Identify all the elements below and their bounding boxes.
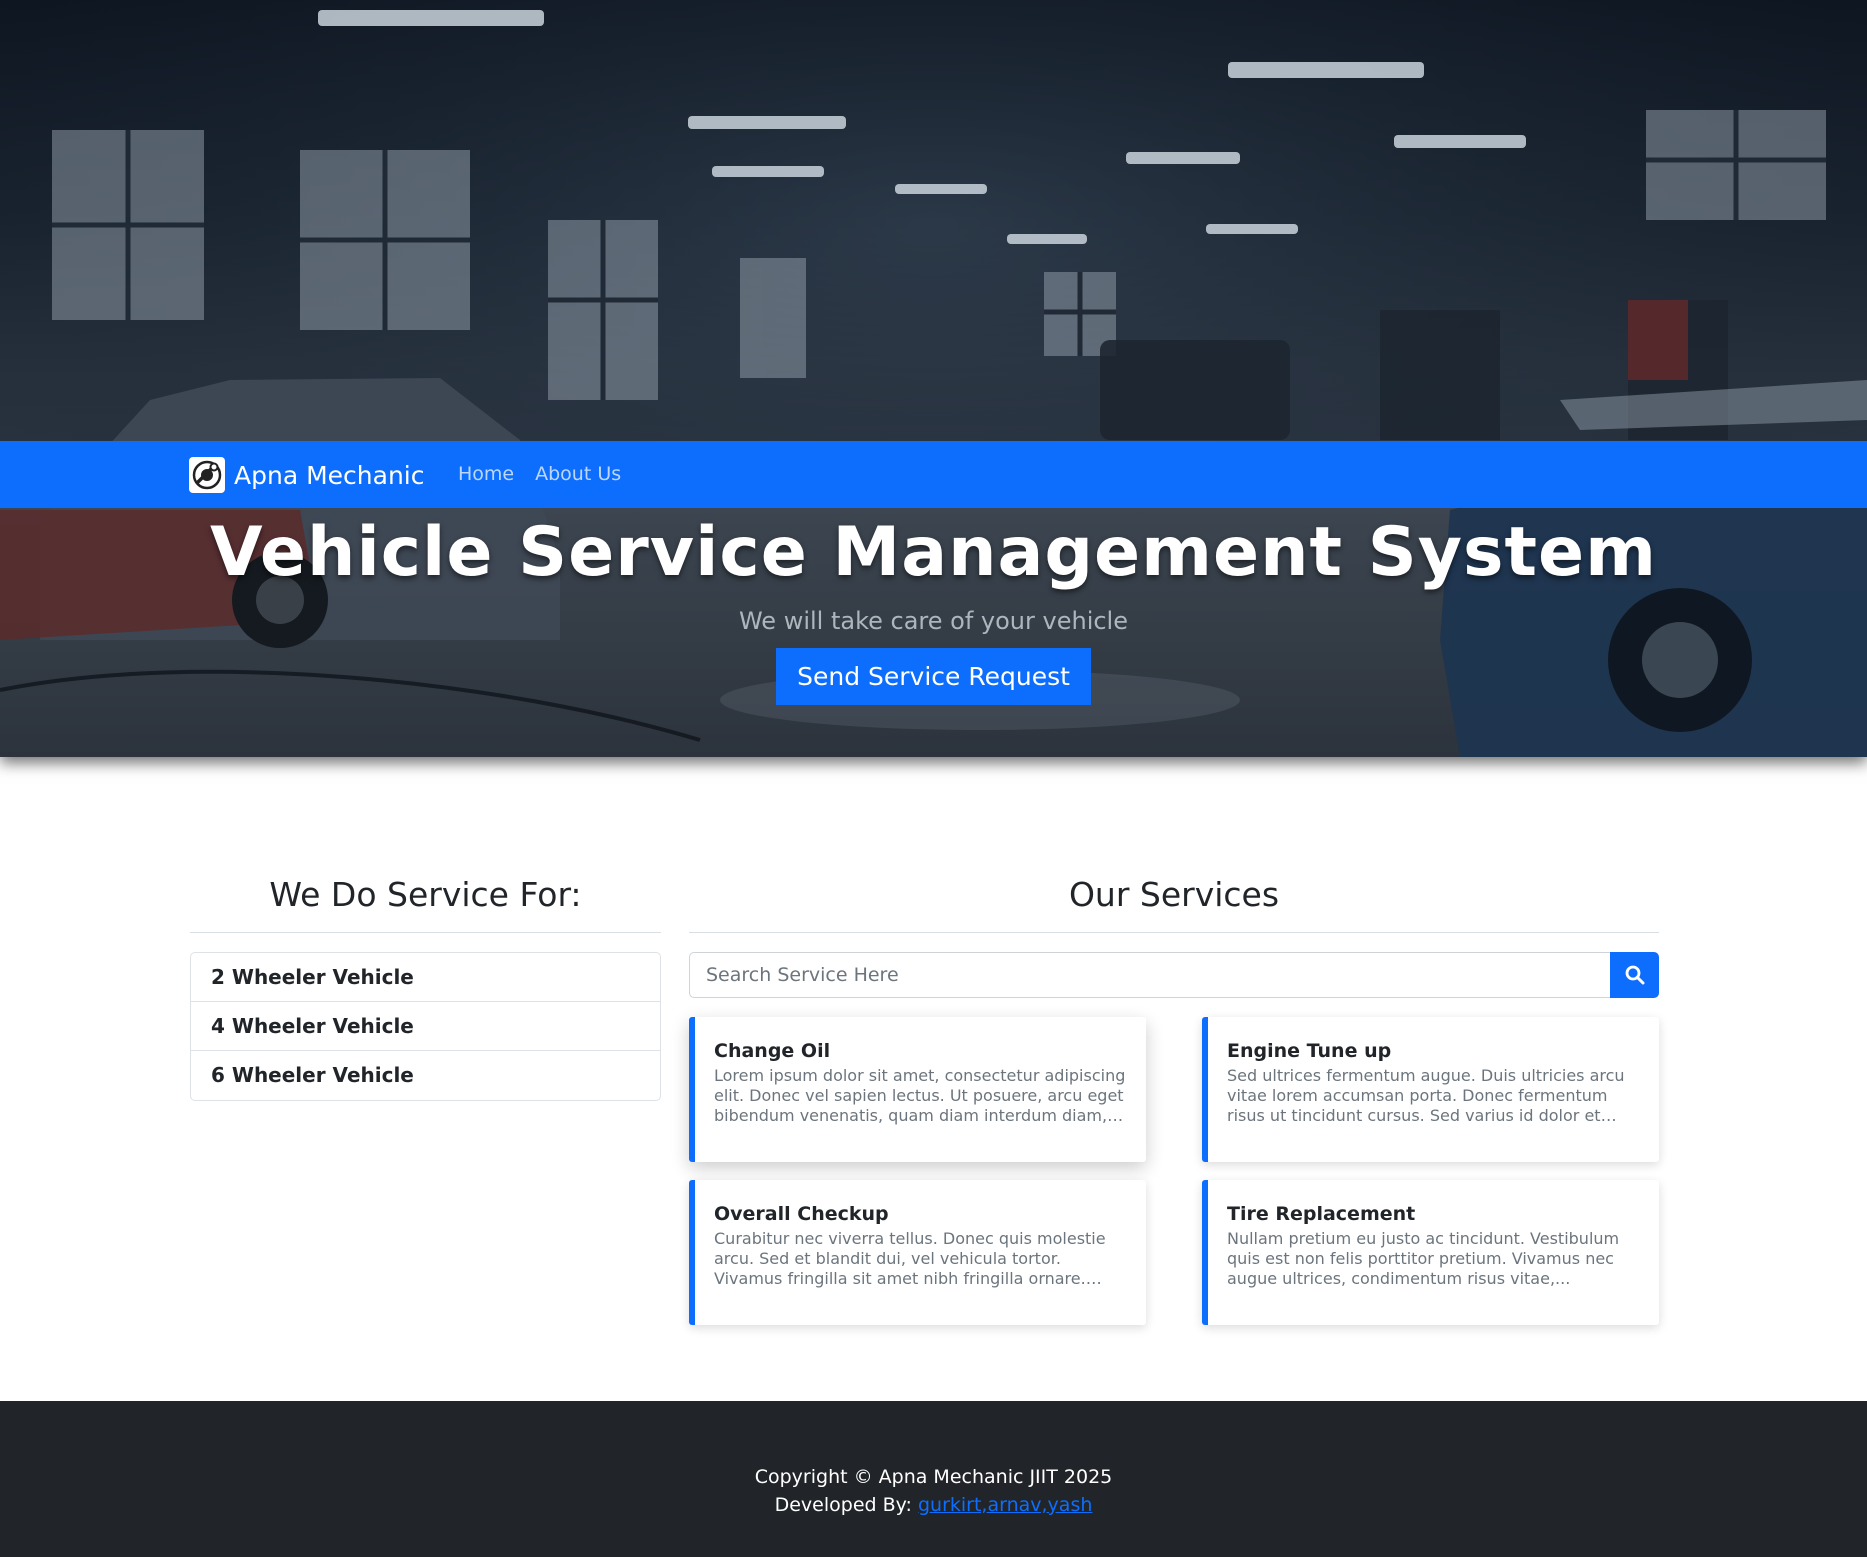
service-title: Overall Checkup [714,1203,889,1225]
footer-copyright: Copyright © Apna Mechanic JIIT 2025 [754,1466,1113,1488]
service-card-tire-replacement[interactable]: Tire Replacement Nullam pretium eu justo… [1202,1180,1659,1325]
navbar-brand[interactable]: Apna Mechanic [189,457,424,493]
hero-subtitle: We will take care of your vehicle [738,607,1128,635]
developed-by-label: Developed By: [774,1494,918,1516]
footer-developed-by: Developed By: gurkirt,arnav,yash [0,1491,1867,1519]
brand-name: Apna Mechanic [234,460,425,490]
footer: Copyright © Apna Mechanic JIIT 2025 Deve… [0,1401,1867,1557]
list-item[interactable]: 4 Wheeler Vehicle [191,1002,660,1051]
service-description: Nullam pretium eu justo ac tincidunt. Ve… [1227,1229,1620,1288]
mechanic-logo-icon [189,457,225,493]
developers-link[interactable]: gurkirt,arnav,yash [918,1494,1092,1516]
search-icon [1625,965,1644,985]
nav-links: Home About Us [458,461,621,487]
search-button[interactable] [1610,952,1659,998]
list-item[interactable]: 2 Wheeler Vehicle [191,953,660,1002]
service-description: Sed ultrices fermentum augue. Duis ultri… [1227,1066,1625,1125]
service-title: Tire Replacement [1227,1203,1416,1225]
search-input[interactable] [689,952,1610,998]
services-divider [689,932,1659,933]
service-card-change-oil[interactable]: Change Oil Lorem ipsum dolor sit amet, c… [689,1017,1146,1162]
navbar: Apna Mechanic Home About Us [0,441,1867,508]
service-search [689,952,1659,998]
service-title: Engine Tune up [1227,1040,1392,1062]
service-card-overall-checkup[interactable]: Overall Checkup Curabitur nec viverra te… [689,1180,1146,1325]
service-card-engine-tune-up[interactable]: Engine Tune up Sed ultrices fermentum au… [1202,1017,1659,1162]
list-item[interactable]: 6 Wheeler Vehicle [191,1051,660,1100]
service-title: Change Oil [714,1040,831,1062]
vehicle-list: 2 Wheeler Vehicle 4 Wheeler Vehicle 6 Wh… [190,952,661,1101]
hero-content: Vehicle Service Management System We wil… [0,508,1867,705]
services-heading: Our Services [1068,875,1280,914]
vehicles-heading: We Do Service For: [269,875,582,914]
service-description: Lorem ipsum dolor sit amet, consectetur … [714,1066,1126,1125]
nav-link-about-us[interactable]: About Us [535,461,621,487]
hero-banner: Vehicle Service Management System We wil… [0,0,1867,757]
hero-title: Vehicle Service Management System [210,513,1657,592]
service-description: Curabitur nec viverra tellus. Donec quis… [714,1229,1106,1288]
nav-link-home[interactable]: Home [458,461,514,487]
vehicles-divider [190,932,661,933]
send-service-request-button[interactable]: Send Service Request [776,648,1091,705]
